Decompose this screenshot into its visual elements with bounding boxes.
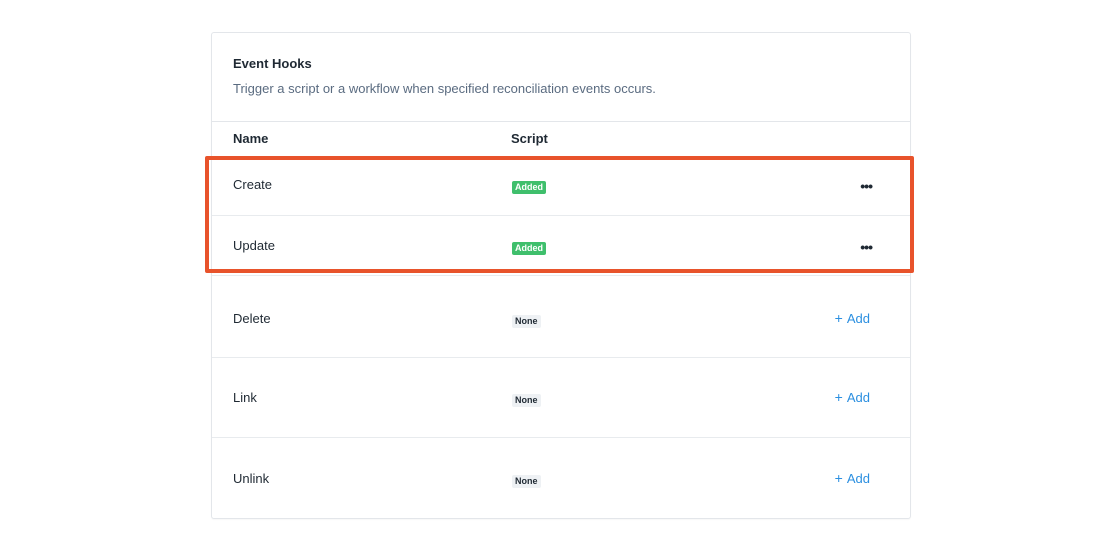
add-label: Add xyxy=(846,471,870,486)
panel-header: Event Hooks Trigger a script or a workfl… xyxy=(212,33,910,122)
table-header: Name Script xyxy=(212,122,910,158)
status-badge: Added xyxy=(512,242,546,255)
row-name-delete: Delete xyxy=(233,311,271,326)
page: Event Hooks Trigger a script or a workfl… xyxy=(0,0,1120,560)
ellipsis-icon[interactable]: ••• xyxy=(860,239,873,255)
table-row: Update Added ••• xyxy=(212,215,910,276)
plus-icon: + xyxy=(834,389,843,405)
add-label: Add xyxy=(846,390,870,405)
add-button[interactable]: + Add xyxy=(835,310,870,326)
table-row: Delete None + Add xyxy=(212,275,910,358)
row-name-link: Link xyxy=(233,390,257,405)
plus-icon: + xyxy=(834,310,843,326)
table-row: Unlink None + Add xyxy=(212,437,910,518)
status-badge: None xyxy=(512,394,541,407)
event-hooks-panel: Event Hooks Trigger a script or a workfl… xyxy=(211,32,911,519)
row-name-update: Update xyxy=(233,238,275,253)
table-row: Create Added ••• xyxy=(212,158,910,216)
table-row: Link None + Add xyxy=(212,357,910,438)
panel-subtitle: Trigger a script or a workflow when spec… xyxy=(233,81,656,96)
column-header-name: Name xyxy=(233,131,269,146)
row-name-create: Create xyxy=(233,177,273,192)
add-button[interactable]: + Add xyxy=(835,389,870,405)
status-badge: None xyxy=(512,315,541,328)
row-name-unlink: Unlink xyxy=(233,471,270,486)
add-button[interactable]: + Add xyxy=(835,470,870,486)
plus-icon: + xyxy=(834,470,843,486)
panel-title: Event Hooks xyxy=(233,56,312,71)
ellipsis-icon[interactable]: ••• xyxy=(860,178,873,194)
add-label: Add xyxy=(846,311,870,326)
status-badge: Added xyxy=(512,181,546,194)
status-badge: None xyxy=(512,475,541,488)
column-header-script: Script xyxy=(511,131,548,146)
